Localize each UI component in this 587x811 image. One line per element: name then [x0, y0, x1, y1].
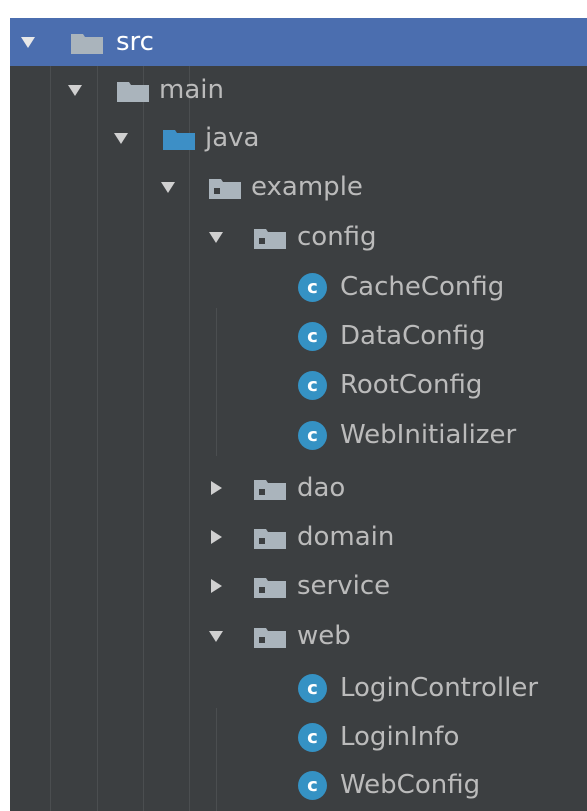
tree-node-example[interactable]: example: [10, 163, 587, 211]
tree-node-label: main: [159, 75, 224, 105]
tree-node-label: DataConfig: [340, 321, 486, 351]
class-icon: c: [298, 273, 327, 302]
package-icon: [254, 628, 286, 648]
package-icon: [254, 578, 286, 598]
tree-node-label: src: [116, 27, 154, 57]
triangle-down-icon[interactable]: [204, 213, 228, 261]
tree-node-service[interactable]: service: [10, 562, 587, 610]
triangle-right-icon[interactable]: [204, 562, 228, 610]
tree-node-config[interactable]: config: [10, 213, 587, 261]
tree-node-label: config: [297, 222, 377, 252]
folder-icon: [117, 82, 149, 102]
class-icon: c: [298, 322, 327, 351]
triangle-down-icon[interactable]: [109, 114, 133, 162]
tree-node-data-config[interactable]: c DataConfig: [10, 312, 587, 360]
tree-node-label: LoginInfo: [340, 722, 460, 752]
class-icon: c: [298, 421, 327, 450]
class-icon: c: [298, 771, 327, 800]
project-tree: src main java example config c CacheConf…: [10, 18, 587, 811]
class-icon: c: [298, 674, 327, 703]
tree-node-web-initializer[interactable]: c WebInitializer: [10, 411, 587, 459]
triangle-right-icon[interactable]: [204, 464, 228, 512]
class-icon: c: [298, 723, 327, 752]
package-icon: [254, 229, 286, 249]
tree-node-java[interactable]: java: [10, 114, 587, 162]
tree-node-label: dao: [297, 473, 346, 503]
tree-node-web[interactable]: web: [10, 612, 587, 660]
source-folder-icon: [163, 130, 195, 150]
tree-node-label: service: [297, 571, 391, 601]
triangle-right-icon[interactable]: [204, 513, 228, 561]
tree-node-main[interactable]: main: [10, 66, 587, 114]
tree-node-web-config[interactable]: c WebConfig: [10, 761, 587, 809]
tree-node-label: LoginController: [340, 673, 539, 703]
triangle-down-icon[interactable]: [156, 163, 180, 211]
tree-node-label: web: [297, 621, 351, 651]
tree-node-label: domain: [297, 522, 395, 552]
tree-node-login-controller[interactable]: c LoginController: [10, 664, 587, 712]
tree-node-src[interactable]: src: [10, 18, 587, 66]
tree-node-label: java: [205, 123, 260, 153]
tree-node-cache-config[interactable]: c CacheConfig: [10, 263, 587, 311]
triangle-down-icon[interactable]: [204, 612, 228, 660]
tree-node-label: RootConfig: [340, 370, 483, 400]
tree-node-label: WebConfig: [340, 770, 481, 800]
tree-node-label: example: [251, 172, 363, 202]
tree-node-login-info[interactable]: c LoginInfo: [10, 713, 587, 761]
triangle-down-icon[interactable]: [16, 18, 40, 66]
tree-node-label: CacheConfig: [340, 272, 505, 302]
folder-icon: [71, 34, 103, 54]
tree-node-root-config[interactable]: c RootConfig: [10, 361, 587, 409]
tree-node-label: WebInitializer: [340, 420, 517, 450]
tree-node-dao[interactable]: dao: [10, 464, 587, 512]
class-icon: c: [298, 371, 327, 400]
package-icon: [209, 179, 241, 199]
package-icon: [254, 529, 286, 549]
triangle-down-icon[interactable]: [63, 66, 87, 114]
package-icon: [254, 480, 286, 500]
tree-node-domain[interactable]: domain: [10, 513, 587, 561]
